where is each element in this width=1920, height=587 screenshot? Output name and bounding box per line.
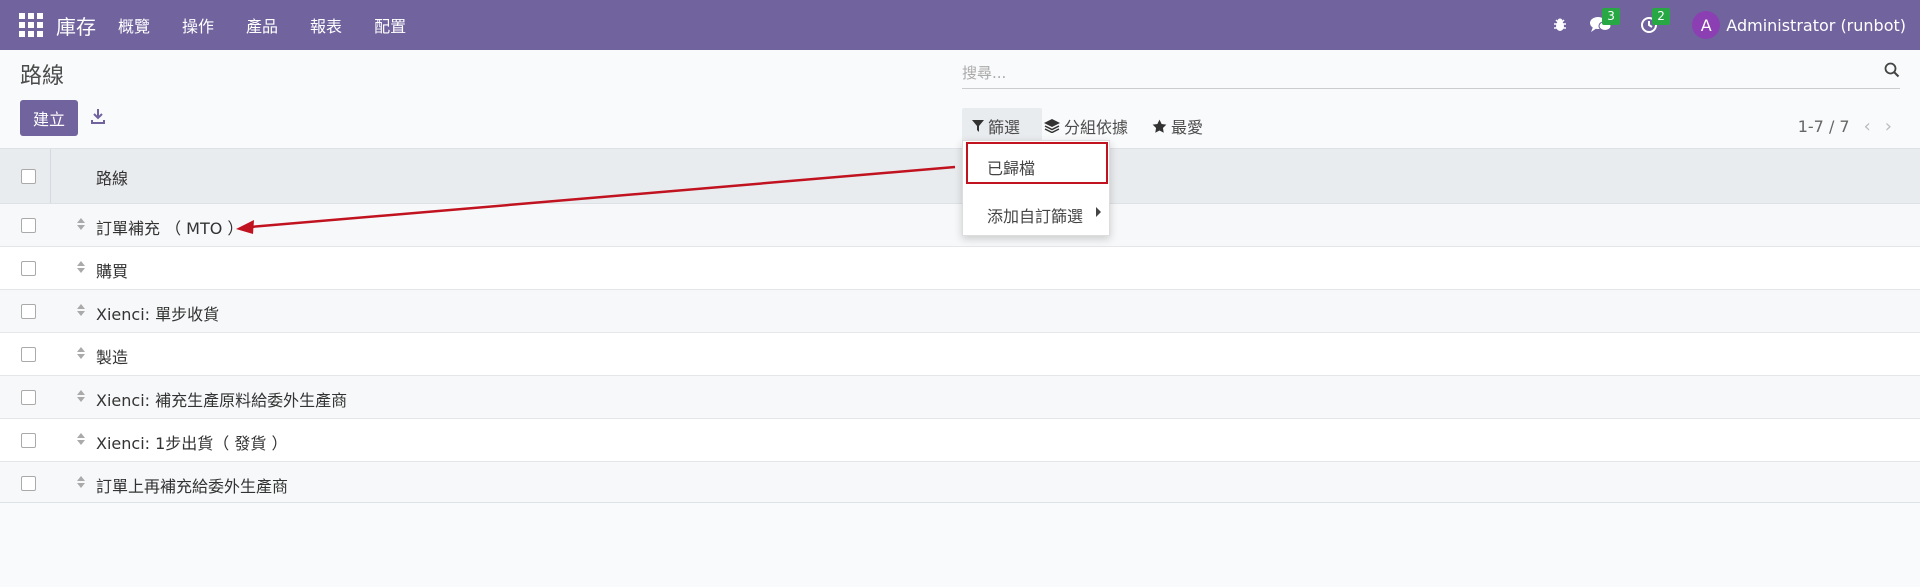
route-name: 訂單補充 （ MTO ） xyxy=(96,219,244,238)
table-header: 路線 xyxy=(0,148,1920,204)
table-row[interactable]: 訂單上再補充給委外生產商 xyxy=(0,462,1920,505)
caret-right-icon xyxy=(1096,207,1101,217)
messages-badge: 3 xyxy=(1602,8,1620,25)
route-name: 購買 xyxy=(96,262,129,281)
top-navbar: 庫存 概覽 操作 產品 報表 配置 3 2 A Administrator (r… xyxy=(0,0,1920,50)
list-table: 路線 訂單補充 （ MTO ） 購買 Xienci: 單步收貨 製造 Xienc… xyxy=(0,148,1920,505)
empty-area xyxy=(0,502,1920,587)
drag-handle-icon[interactable] xyxy=(76,388,86,407)
filters-label: 篩選 xyxy=(988,118,1021,137)
groupby-label: 分組依據 xyxy=(1064,118,1129,137)
row-checkbox[interactable] xyxy=(21,347,36,362)
route-name: 訂單上再補充給委外生產商 xyxy=(96,477,289,496)
page-title: 路線 xyxy=(20,64,65,89)
drag-handle-icon[interactable] xyxy=(76,345,86,364)
route-name: Xienci: 單步收貨 xyxy=(96,305,220,324)
drag-handle-icon[interactable] xyxy=(76,474,86,493)
menu-configuration[interactable]: 配置 xyxy=(374,13,406,37)
favorites-label: 最愛 xyxy=(1171,118,1204,137)
app-title[interactable]: 庫存 xyxy=(56,11,96,40)
pager: 1-7 / 7 ‹ › xyxy=(1798,108,1892,144)
route-name: Xienci: 1步出貨（ 發貨 ） xyxy=(96,434,288,453)
drag-handle-icon[interactable] xyxy=(76,216,86,235)
menu-reporting[interactable]: 報表 xyxy=(310,13,342,37)
bug-icon[interactable] xyxy=(1552,17,1568,33)
filters-toggle[interactable]: 篩選 xyxy=(962,108,1042,144)
activities-badge: 2 xyxy=(1652,8,1670,25)
column-header-route[interactable]: 路線 xyxy=(96,165,128,189)
add-custom-filter-option[interactable]: 添加自訂篩選 xyxy=(987,203,1083,227)
search-input[interactable]: 搜尋... xyxy=(962,62,1006,83)
row-checkbox[interactable] xyxy=(21,304,36,319)
table-row[interactable]: 訂單補充 （ MTO ） xyxy=(0,204,1920,247)
drag-handle-icon[interactable] xyxy=(76,259,86,278)
menu-operations[interactable]: 操作 xyxy=(182,13,214,37)
annotation-highlight-box xyxy=(966,142,1108,184)
favorites-toggle[interactable]: 最愛 xyxy=(1152,108,1203,144)
select-all-checkbox[interactable] xyxy=(21,169,36,184)
search-icon[interactable] xyxy=(1884,62,1900,82)
drag-handle-icon[interactable] xyxy=(76,302,86,321)
star-icon xyxy=(1152,119,1167,133)
menu-overview[interactable]: 概覽 xyxy=(118,13,150,37)
layers-icon xyxy=(1044,119,1060,133)
activities-clock-icon[interactable]: 2 xyxy=(1640,8,1670,34)
route-name: 製造 xyxy=(96,348,129,367)
filter-icon xyxy=(972,120,984,132)
row-checkbox[interactable] xyxy=(21,476,36,491)
row-checkbox[interactable] xyxy=(21,390,36,405)
download-icon[interactable] xyxy=(90,108,106,128)
user-menu[interactable]: Administrator (runbot) xyxy=(1726,16,1906,35)
row-checkbox[interactable] xyxy=(21,218,36,233)
avatar[interactable]: A xyxy=(1692,11,1721,39)
apps-menu-icon[interactable] xyxy=(18,12,44,38)
table-row[interactable]: 製造 xyxy=(0,333,1920,376)
table-row[interactable]: 購買 xyxy=(0,247,1920,290)
groupby-toggle[interactable]: 分組依據 xyxy=(1044,108,1128,144)
table-row[interactable]: Xienci: 1步出貨（ 發貨 ） xyxy=(0,419,1920,462)
route-name: Xienci: 補充生產原料給委外生產商 xyxy=(96,391,348,410)
pager-value[interactable]: 1-7 / 7 xyxy=(1798,117,1850,136)
menu-products[interactable]: 產品 xyxy=(246,13,278,37)
control-panel: 路線 建立 搜尋... 篩選 分組依據 最愛 1-7 / 7 ‹ › xyxy=(0,50,1920,148)
row-checkbox[interactable] xyxy=(21,261,36,276)
create-button[interactable]: 建立 xyxy=(20,100,78,136)
column-separator xyxy=(50,149,51,203)
search-bar[interactable]: 搜尋... xyxy=(962,56,1900,89)
drag-handle-icon[interactable] xyxy=(76,431,86,450)
table-row[interactable]: Xienci: 補充生產原料給委外生產商 xyxy=(0,376,1920,419)
row-checkbox[interactable] xyxy=(21,433,36,448)
messages-icon[interactable]: 3 xyxy=(1590,8,1620,34)
pager-previous-icon[interactable]: ‹ xyxy=(1864,116,1871,137)
table-row[interactable]: Xienci: 單步收貨 xyxy=(0,290,1920,333)
pager-next-icon[interactable]: › xyxy=(1885,116,1892,137)
